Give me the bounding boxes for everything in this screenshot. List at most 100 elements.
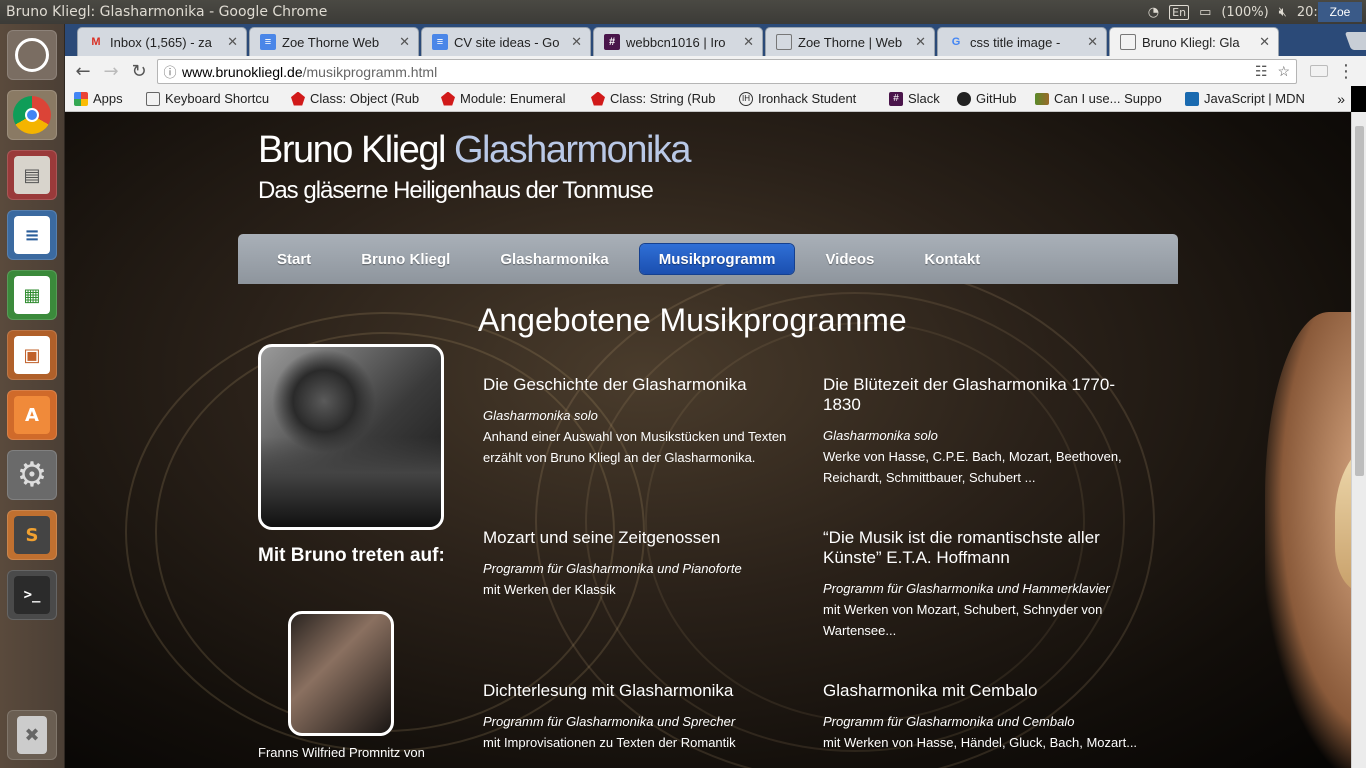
bookmark-label: Ironhack Student bbox=[758, 91, 857, 106]
program-subtitle: Glasharmonika solo bbox=[823, 428, 938, 443]
program-item: Die Geschichte der Glasharmonika Glashar… bbox=[483, 375, 803, 468]
tab-label: webbcn1016 | Iro bbox=[626, 34, 726, 50]
terminal-launcher-button[interactable]: >_ bbox=[7, 570, 57, 620]
bookmark-ironhack[interactable]: IH Ironhack Student bbox=[730, 91, 880, 106]
tab-inbox[interactable]: M Inbox (1,565) - za ✕ bbox=[77, 27, 247, 56]
wifi-icon[interactable]: ◔ bbox=[1148, 5, 1159, 20]
calc-launcher-button[interactable]: ▦ bbox=[7, 270, 57, 320]
tab-css-title-image[interactable]: G css title image - ✕ bbox=[937, 27, 1107, 56]
tab-cv-site-ideas[interactable]: ≡ CV site ideas - Go ✕ bbox=[421, 27, 591, 56]
bookmark-slack[interactable]: # Slack bbox=[880, 91, 948, 106]
site-tagline: Das gläserne Heiligenhaus der Tonmuse bbox=[258, 177, 654, 204]
close-icon[interactable]: ✕ bbox=[743, 34, 754, 50]
bookmark-module-enumerable[interactable]: Module: Enumeral bbox=[432, 91, 582, 106]
close-icon[interactable]: ✕ bbox=[399, 34, 410, 50]
tab-bruno-kliegl[interactable]: Bruno Kliegl: Gla ✕ bbox=[1109, 27, 1279, 56]
nav-glasharmonika[interactable]: Glasharmonika bbox=[481, 244, 627, 274]
chrome-launcher-button[interactable] bbox=[7, 90, 57, 140]
translate-icon[interactable]: ☷ bbox=[1255, 63, 1268, 80]
bookmark-label: Module: Enumeral bbox=[460, 91, 566, 106]
nav-videos[interactable]: Videos bbox=[806, 244, 893, 274]
gmail-icon: M bbox=[91, 36, 101, 48]
ruby-icon bbox=[441, 91, 455, 106]
new-tab-button[interactable] bbox=[1344, 32, 1366, 50]
ubuntu-dash-button[interactable] bbox=[7, 30, 57, 80]
bookmark-label: Slack bbox=[908, 91, 940, 106]
nav-kontakt[interactable]: Kontakt bbox=[905, 244, 999, 274]
program-subtitle: Programm für Glasharmonika und Sprecher bbox=[483, 714, 736, 729]
files-launcher-button[interactable]: ▤ bbox=[7, 150, 57, 200]
bookmark-mdn[interactable]: JavaScript | MDN bbox=[1176, 91, 1321, 106]
info-icon[interactable]: ⓘ bbox=[158, 62, 182, 81]
site-brand[interactable]: Bruno Kliegl Glasharmonika Das gläserne … bbox=[258, 128, 692, 206]
settings-launcher-button[interactable]: ⚙ bbox=[7, 450, 57, 500]
program-title: Dichterlesung mit Glasharmonika bbox=[483, 681, 734, 700]
close-icon[interactable]: ✕ bbox=[1259, 34, 1270, 50]
close-icon[interactable]: ✕ bbox=[915, 34, 926, 50]
back-arrow-icon[interactable]: ← bbox=[69, 57, 97, 85]
trash-launcher-button[interactable]: ✖ bbox=[7, 710, 57, 760]
slack-icon: # bbox=[889, 91, 903, 106]
close-icon[interactable]: ✕ bbox=[1087, 34, 1098, 50]
unity-launcher: ▤ ≡ ▦ ▣ A ⚙ S >_ ✖ bbox=[0, 24, 65, 768]
bookmark-github[interactable]: GitHub bbox=[948, 91, 1026, 106]
extension-icon[interactable] bbox=[1310, 65, 1328, 77]
keyboard-layout-indicator[interactable]: En bbox=[1169, 4, 1190, 20]
menu-icon[interactable]: ⋮ bbox=[1337, 61, 1355, 82]
bookmark-label: Can I use... Suppo bbox=[1054, 91, 1162, 106]
tab-webbcn[interactable]: # webbcn1016 | Iro ✕ bbox=[593, 27, 763, 56]
docs-icon: ≡ bbox=[432, 34, 448, 50]
site-navigation: Start Bruno Kliegl Glasharmonika Musikpr… bbox=[238, 234, 1178, 284]
bookmark-keyboard-shortcuts[interactable]: Keyboard Shortcu bbox=[137, 91, 282, 106]
reload-icon[interactable]: ↻ bbox=[125, 57, 153, 85]
tab-zoe-thorne-web[interactable]: ≡ Zoe Thorne Web ✕ bbox=[249, 27, 419, 56]
scrollbar-thumb[interactable] bbox=[1355, 126, 1364, 476]
bookmark-class-object[interactable]: Class: Object (Rub bbox=[282, 91, 432, 106]
page-icon bbox=[776, 34, 792, 50]
profile-button[interactable]: Zoe bbox=[1318, 2, 1362, 22]
sublime-text-icon: S bbox=[14, 516, 50, 554]
program-subtitle: Glasharmonika solo bbox=[483, 408, 598, 423]
nav-musikprogramm[interactable]: Musikprogramm bbox=[639, 244, 795, 274]
sublime-launcher-button[interactable]: S bbox=[7, 510, 57, 560]
tab-zoe-thorne[interactable]: Zoe Thorne | Web ✕ bbox=[765, 27, 935, 56]
browser-toolbar: ← → ↻ ⓘ www.brunokliegl.de/musikprogramm… bbox=[65, 56, 1366, 86]
ruby-icon bbox=[591, 91, 605, 106]
forward-arrow-icon[interactable]: → bbox=[97, 57, 125, 85]
software-center-launcher-button[interactable]: A bbox=[7, 390, 57, 440]
program-title: “Die Musik ist die romantischste aller K… bbox=[823, 528, 1100, 567]
impress-launcher-button[interactable]: ▣ bbox=[7, 330, 57, 380]
bookmarks-bar: Apps Keyboard Shortcu Class: Object (Rub… bbox=[65, 86, 1351, 112]
close-icon[interactable]: ✕ bbox=[227, 34, 238, 50]
battery-percentage[interactable]: (100%) bbox=[1221, 5, 1268, 20]
program-item: Mozart und seine Zeitgenossen Programm f… bbox=[483, 528, 803, 600]
tab-label: Zoe Thorne Web bbox=[282, 34, 380, 50]
volume-icon[interactable]: 🔇︎ bbox=[1279, 5, 1287, 20]
program-item: Dichterlesung mit Glasharmonika Programm… bbox=[483, 681, 803, 753]
page-icon bbox=[146, 91, 160, 106]
page-scrollbar[interactable] bbox=[1351, 112, 1366, 768]
writer-launcher-button[interactable]: ≡ bbox=[7, 210, 57, 260]
battery-icon[interactable]: ▭ bbox=[1199, 5, 1211, 20]
bookmark-star-icon[interactable]: ☆ bbox=[1277, 63, 1290, 80]
address-bar[interactable]: ⓘ www.brunokliegl.de/musikprogramm.html … bbox=[157, 59, 1297, 84]
os-top-bar: Bruno Kliegl: Glasharmonika - Google Chr… bbox=[0, 0, 1366, 24]
spreadsheet-icon: ▦ bbox=[14, 276, 50, 314]
settings-gear-icon: ⚙ bbox=[16, 455, 48, 495]
bookmark-label: JavaScript | MDN bbox=[1204, 91, 1305, 106]
window-title: Bruno Kliegl: Glasharmonika - Google Chr… bbox=[6, 4, 328, 20]
program-item: Glasharmonika mit Cembalo Programm für G… bbox=[823, 681, 1143, 753]
bookmark-can-i-use[interactable]: Can I use... Suppo bbox=[1026, 91, 1176, 106]
nav-bruno-kliegl[interactable]: Bruno Kliegl bbox=[342, 244, 469, 274]
chrome-icon bbox=[13, 96, 51, 134]
close-icon[interactable]: ✕ bbox=[571, 34, 582, 50]
tab-label: css title image - bbox=[970, 34, 1061, 50]
bookmark-label: Apps bbox=[93, 91, 123, 106]
bookmark-class-string[interactable]: Class: String (Rub bbox=[582, 91, 730, 106]
program-description: mit Werken der Klassik bbox=[483, 582, 616, 597]
more-bookmarks-icon[interactable]: » bbox=[1337, 91, 1345, 107]
bookmark-apps[interactable]: Apps bbox=[65, 91, 137, 106]
program-subtitle: Programm für Glasharmonika und Hammerkla… bbox=[823, 581, 1110, 596]
ubuntu-logo-icon bbox=[15, 38, 49, 72]
nav-start[interactable]: Start bbox=[258, 244, 330, 274]
